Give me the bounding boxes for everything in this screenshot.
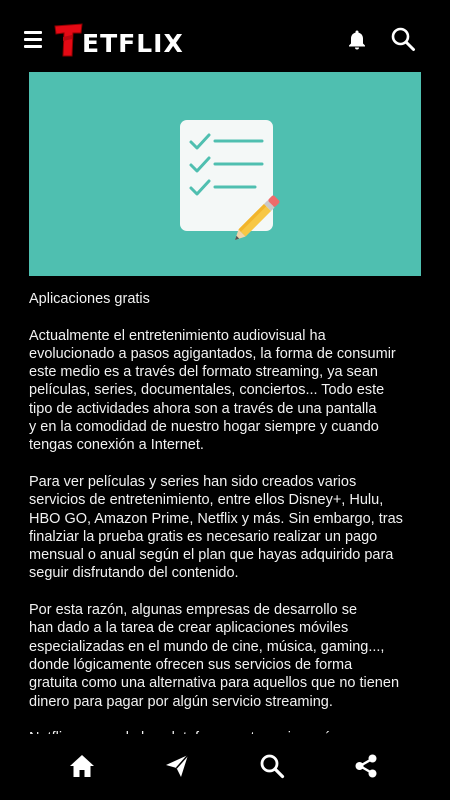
bottom-navigation [0, 734, 450, 800]
logo-text: ETFLIX [82, 29, 184, 58]
share-icon[interactable] [352, 752, 380, 780]
article-paragraph: Para ver películas y series han sido cre… [29, 473, 403, 582]
article-title: Aplicaciones gratis [29, 291, 150, 307]
top-app-bar: ETFLIX [0, 0, 450, 72]
article-body: Aplicaciones gratis Actualmente el entre… [29, 290, 429, 766]
logo-t-icon [54, 23, 83, 57]
hero-banner [29, 72, 421, 276]
app-logo: ETFLIX [54, 23, 184, 57]
send-icon[interactable] [163, 752, 191, 780]
search-icon[interactable] [258, 752, 286, 780]
bell-icon[interactable] [345, 28, 369, 52]
article-paragraph: Actualmente el entretenimiento audiovisu… [29, 327, 396, 454]
home-icon[interactable] [68, 752, 96, 780]
menu-icon[interactable] [24, 31, 42, 49]
checklist-illustration [180, 120, 280, 240]
search-icon[interactable] [390, 26, 416, 52]
article-paragraph: Por esta razón, algunas empresas de desa… [29, 602, 400, 710]
